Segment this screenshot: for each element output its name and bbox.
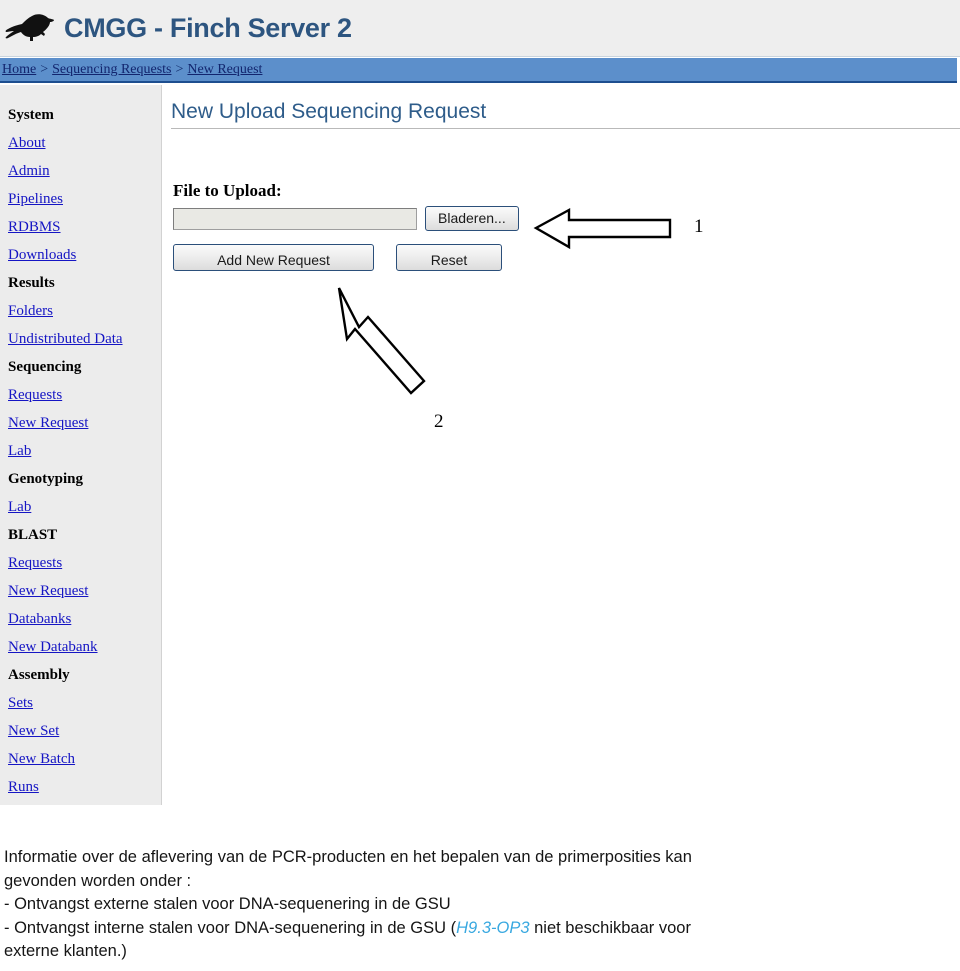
- breadcrumb-item-new-request[interactable]: New Request: [187, 62, 262, 78]
- breadcrumb-separator: >: [40, 61, 49, 77]
- annotation-marker-2: 2: [434, 411, 444, 432]
- sidebar-item-rdbms[interactable]: RDBMS: [4, 213, 161, 241]
- reset-button[interactable]: Reset: [396, 244, 502, 271]
- sidebar-group-genotyping: Genotyping: [8, 471, 84, 487]
- bottom-note-line-5: externe klanten.): [4, 942, 127, 960]
- app-title: CMGG - Finch Server 2: [64, 12, 352, 43]
- bottom-note-line-4-after: niet beschikbaar voor: [529, 918, 691, 937]
- sidebar-item-runs[interactable]: Runs: [4, 773, 161, 801]
- page-title: New Upload Sequencing Request: [171, 100, 487, 123]
- sidebar-item-undistributed-data[interactable]: Undistributed Data: [4, 325, 161, 353]
- sidebar-group-system: System: [8, 107, 54, 123]
- bottom-note-line-3: - Ontvangst externe stalen voor DNA-sequ…: [4, 895, 451, 913]
- main-content: New Upload Sequencing Request File to Up…: [163, 85, 960, 805]
- sidebar-group-assembly: Assembly: [8, 667, 70, 683]
- upload-form: File to Upload: Bladeren... Add New Requ…: [163, 129, 960, 271]
- sidebar-item-new-databank[interactable]: New Databank: [4, 633, 161, 661]
- sidebar-item-blast-requests[interactable]: Requests: [4, 549, 161, 577]
- breadcrumb-item-home[interactable]: Home: [2, 62, 36, 78]
- sidebar-item-databanks[interactable]: Databanks: [4, 605, 161, 633]
- sidebar-group-results: Results: [8, 275, 55, 291]
- sidebar-group-sequencing: Sequencing: [8, 359, 82, 375]
- bottom-note-highlight: H9.3-OP3: [456, 918, 530, 937]
- file-path-input[interactable]: [173, 207, 417, 230]
- sidebar-item-new-set[interactable]: New Set: [4, 717, 161, 745]
- sidebar-item-blast-new-request[interactable]: New Request: [4, 577, 161, 605]
- add-new-request-button[interactable]: Add New Request: [173, 244, 374, 271]
- bottom-note: Informatie over de aflevering van de PCR…: [0, 846, 960, 964]
- bottom-note-line-4: - Ontvangst interne stalen voor DNA-sequ…: [4, 917, 960, 941]
- app-header: CMGG - Finch Server 2: [0, 0, 960, 57]
- sidebar: System About Admin Pipelines RDBMS Downl…: [0, 85, 162, 805]
- sidebar-group-blast: BLAST: [8, 527, 58, 543]
- sidebar-item-sequencing-requests[interactable]: Requests: [4, 381, 161, 409]
- form-buttons-row: Add New Request Reset: [173, 244, 960, 271]
- browse-button[interactable]: Bladeren...: [425, 206, 519, 231]
- file-to-upload-label: File to Upload:: [173, 181, 282, 200]
- bottom-note-line-2: gevonden worden onder :: [4, 871, 192, 890]
- sidebar-item-sequencing-new-request[interactable]: New Request: [4, 409, 161, 437]
- breadcrumb: Home > Sequencing Requests > New Request: [0, 58, 957, 83]
- finch-bird-icon: [5, 14, 54, 41]
- sidebar-item-pipelines[interactable]: Pipelines: [4, 185, 161, 213]
- sidebar-item-new-batch[interactable]: New Batch: [4, 745, 161, 773]
- sidebar-item-sequencing-lab[interactable]: Lab: [4, 437, 161, 465]
- sidebar-item-folders[interactable]: Folders: [4, 297, 161, 325]
- sidebar-item-about[interactable]: About: [4, 129, 161, 157]
- breadcrumb-item-sequencing-requests[interactable]: Sequencing Requests: [52, 62, 171, 78]
- file-input-row: Bladeren...: [173, 206, 960, 231]
- annotation-marker-1: 1: [694, 216, 704, 237]
- sidebar-item-genotyping-lab[interactable]: Lab: [4, 493, 161, 521]
- sidebar-item-admin[interactable]: Admin: [4, 157, 161, 185]
- bottom-note-line-1: Informatie over de aflevering van de PCR…: [4, 848, 692, 866]
- sidebar-item-sets[interactable]: Sets: [4, 689, 161, 717]
- breadcrumb-separator: >: [175, 61, 184, 77]
- bottom-note-line-4-before: - Ontvangst interne stalen voor DNA-sequ…: [4, 918, 457, 937]
- sidebar-item-downloads[interactable]: Downloads: [4, 241, 161, 269]
